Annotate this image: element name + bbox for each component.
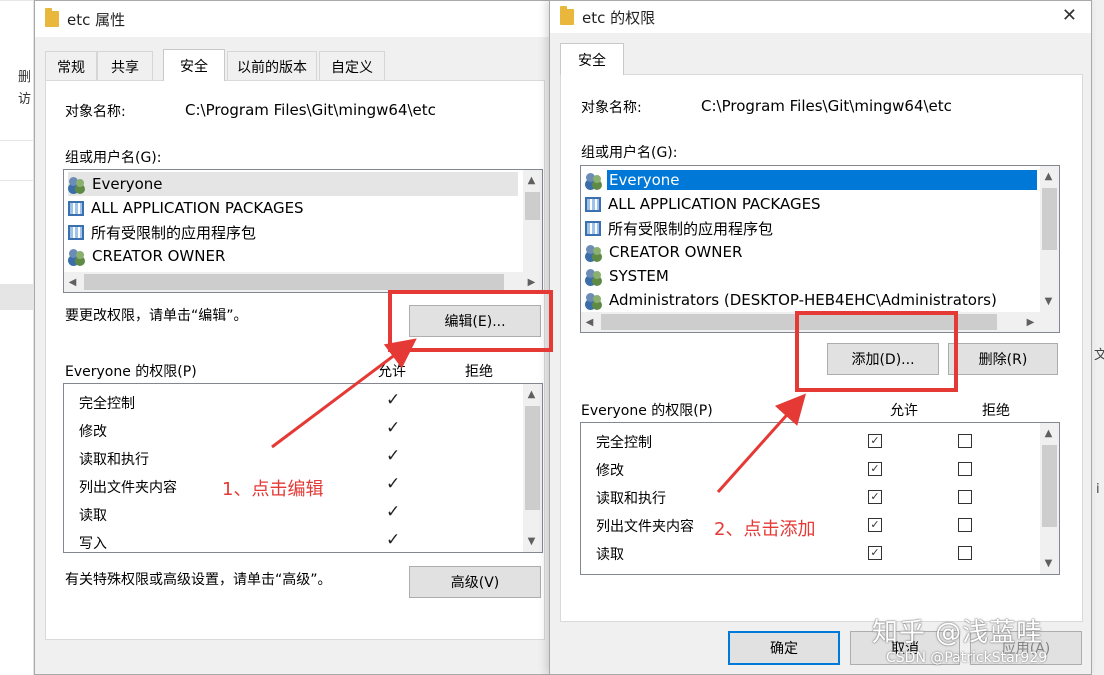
annotation-arrow — [271, 338, 417, 449]
tab-security[interactable]: 安全 — [163, 49, 225, 81]
watermark-zhihu: 知乎 @浅蓝哇 — [872, 618, 1044, 648]
tab-label: 安全 — [180, 58, 208, 75]
annotation-arrows — [271, 338, 806, 493]
annotation-step2: 2、点击添加 — [714, 519, 816, 540]
annotation-arrow — [716, 393, 806, 493]
tab-label: 安全 — [578, 52, 606, 69]
watermark-csdn: CSDN @PatrickStar929 — [886, 650, 1048, 666]
annotation-step1: 1、点击编辑 — [222, 479, 324, 500]
tab-security[interactable]: 安全 — [560, 43, 624, 75]
